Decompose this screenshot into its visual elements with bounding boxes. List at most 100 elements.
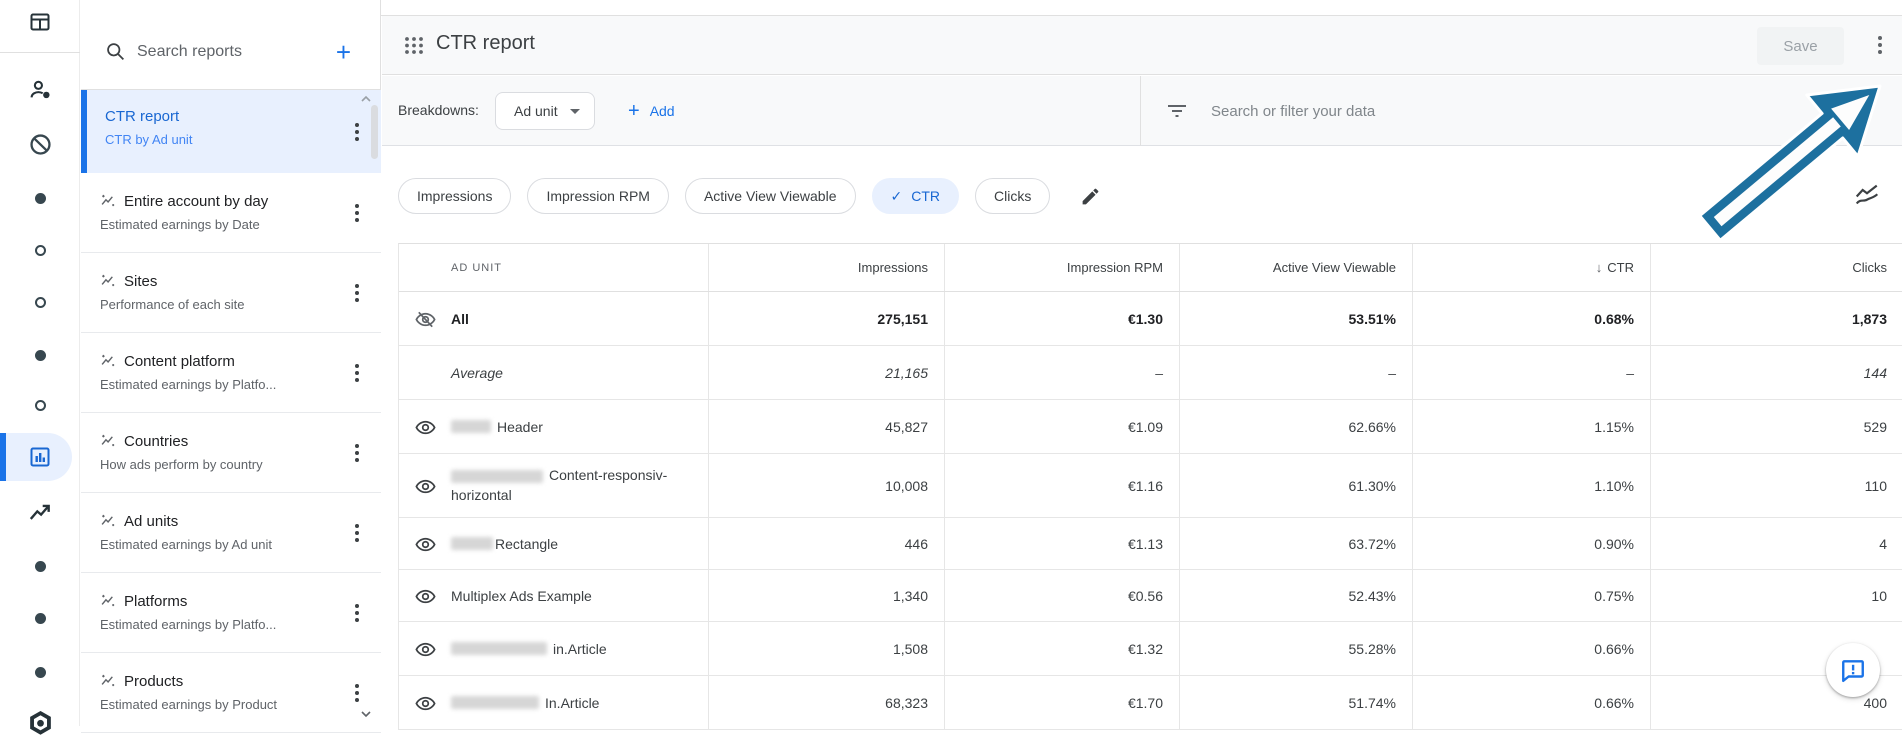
table-header-row: AD UNIT Impressions Impression RPM Activ… xyxy=(399,244,1902,292)
report-item-products[interactable]: Products Estimated earnings by Product xyxy=(81,653,381,733)
report-title: Platforms xyxy=(124,593,188,610)
column-header-ctr[interactable]: ↓ CTR xyxy=(1412,244,1650,291)
report-item-countries[interactable]: Countries How ads perform by country xyxy=(81,413,381,493)
report-title: Sites xyxy=(124,273,158,290)
scroll-up-icon[interactable] xyxy=(360,95,372,103)
nav-dot-icon[interactable] xyxy=(0,296,80,308)
chip-clicks[interactable]: Clicks xyxy=(975,178,1051,214)
cell-active-view-viewable: 61.30% xyxy=(1179,454,1412,517)
table-row-all[interactable]: All 275,151 €1.30 53.51% 0.68% 1,873 xyxy=(399,292,1902,346)
table-row-in-article-2[interactable]: In.Article 68,323 €1.70 51.74% 0.66% 400 xyxy=(399,676,1902,730)
report-item-ad-units[interactable]: Ad units Estimated earnings by Ad unit xyxy=(81,493,381,573)
save-button[interactable]: Save xyxy=(1757,27,1844,65)
report-item-sites[interactable]: Sites Performance of each site xyxy=(81,253,381,333)
chip-impression-rpm[interactable]: Impression RPM xyxy=(527,178,669,214)
table-row-header-ad-unit[interactable]: Header 45,827 €1.09 62.66% 1.15% 529 xyxy=(399,400,1902,454)
show-chart-icon[interactable] xyxy=(1854,184,1880,210)
cell-impressions: 1,340 xyxy=(708,570,944,621)
cell-clicks: 1,873 xyxy=(1650,292,1902,345)
report-title: CTR report xyxy=(105,108,180,125)
cell-ctr: 0.66% xyxy=(1412,676,1650,729)
kebab-menu-icon[interactable] xyxy=(355,122,359,141)
trends-icon[interactable] xyxy=(0,500,80,526)
settings-icon[interactable] xyxy=(0,710,80,736)
auto-report-icon xyxy=(101,674,115,687)
nav-dot-icon[interactable] xyxy=(0,666,80,678)
auto-report-icon xyxy=(101,194,115,207)
report-item-ctr-report[interactable]: CTR report CTR by Ad unit xyxy=(81,90,381,173)
header-kebab-menu-icon[interactable] xyxy=(1878,36,1882,54)
feedback-button[interactable] xyxy=(1826,643,1880,697)
metric-chips-row: Impressions Impression RPM Active View V… xyxy=(398,178,1101,214)
add-report-icon[interactable]: + xyxy=(336,35,351,69)
visibility-icon[interactable] xyxy=(414,585,437,608)
visibility-icon[interactable] xyxy=(414,416,437,439)
kebab-menu-icon[interactable] xyxy=(355,683,359,702)
report-title: Entire account by day xyxy=(124,193,269,210)
visibility-icon[interactable] xyxy=(414,475,437,498)
visibility-icon[interactable] xyxy=(414,692,437,715)
table-row-in-article[interactable]: in.Article 1,508 €1.32 55.28% 0.66% xyxy=(399,622,1902,676)
visibility-icon[interactable] xyxy=(414,638,437,661)
row-label: Average xyxy=(451,364,503,381)
nav-dot-icon[interactable] xyxy=(0,349,80,361)
table-row-rectangle[interactable]: Rectangle 446 €1.13 63.72% 0.90% 4 xyxy=(399,518,1902,570)
report-item-platforms[interactable]: Platforms Estimated earnings by Platfo..… xyxy=(81,573,381,653)
nav-dot-icon[interactable] xyxy=(0,399,80,411)
data-filter-input[interactable] xyxy=(1211,94,1771,128)
kebab-menu-icon[interactable] xyxy=(355,283,359,302)
chip-active-view-viewable[interactable]: Active View Viewable xyxy=(684,178,856,214)
kebab-menu-icon[interactable] xyxy=(355,603,359,622)
sidebar-scrollbar[interactable] xyxy=(371,105,378,159)
column-header-impressions[interactable]: Impressions xyxy=(708,244,944,291)
column-header-impression-rpm[interactable]: Impression RPM xyxy=(944,244,1179,291)
table-row-multiplex-ads-example[interactable]: Multiplex Ads Example 1,340 €0.56 52.43%… xyxy=(399,570,1902,622)
breakdown-dropdown[interactable]: Ad unit xyxy=(495,92,595,130)
nav-dot-icon[interactable] xyxy=(0,192,80,204)
column-header-ad-unit[interactable]: AD UNIT xyxy=(399,244,708,291)
nav-dot-icon[interactable] xyxy=(0,612,80,624)
cell-active-view-viewable: – xyxy=(1179,346,1412,399)
filter-icon xyxy=(1168,105,1186,117)
report-item-entire-account-by-day[interactable]: Entire account by day Estimated earnings… xyxy=(81,173,381,253)
kebab-menu-icon[interactable] xyxy=(355,363,359,382)
row-label: Header xyxy=(497,418,543,435)
cell-ctr: 0.66% xyxy=(1412,622,1650,675)
kebab-menu-icon[interactable] xyxy=(355,203,359,222)
add-breakdown-button[interactable]: + Add xyxy=(628,96,675,126)
cell-clicks: 529 xyxy=(1650,400,1902,453)
auto-report-icon xyxy=(101,434,115,447)
chip-impressions[interactable]: Impressions xyxy=(398,178,512,214)
column-header-clicks[interactable]: Clicks xyxy=(1650,244,1902,291)
scroll-down-icon[interactable] xyxy=(360,710,372,718)
visibility-off-icon[interactable] xyxy=(414,308,437,331)
cell-impression-rpm: – xyxy=(944,346,1179,399)
report-subtitle: Estimated earnings by Date xyxy=(100,217,260,232)
report-item-content-platform[interactable]: Content platform Estimated earnings by P… xyxy=(81,333,381,413)
chip-ctr-selected[interactable]: ✓ CTR xyxy=(871,178,960,214)
nav-dot-icon[interactable] xyxy=(0,244,80,256)
breakdown-value: Ad unit xyxy=(514,103,558,119)
cell-impressions: 275,151 xyxy=(708,292,944,345)
reports-icon[interactable] xyxy=(0,445,80,469)
kebab-menu-icon[interactable] xyxy=(355,523,359,542)
search-reports-input[interactable] xyxy=(137,35,317,69)
report-title: Countries xyxy=(124,433,189,450)
redacted-text xyxy=(451,537,493,550)
table-row-content-responsive[interactable]: Content-responsiv-horizontal 10,008 €1.1… xyxy=(399,454,1902,518)
drag-grid-icon[interactable] xyxy=(403,34,425,56)
kebab-menu-icon[interactable] xyxy=(355,443,359,462)
auto-report-icon xyxy=(101,594,115,607)
edit-metrics-icon[interactable] xyxy=(1080,186,1101,207)
report-subtitle: Estimated earnings by Platfo... xyxy=(100,617,277,632)
nav-dot-icon[interactable] xyxy=(0,560,80,572)
blocking-icon[interactable] xyxy=(0,131,80,157)
account-icon[interactable] xyxy=(0,76,80,102)
cell-impression-rpm: €1.32 xyxy=(944,622,1179,675)
row-label: All xyxy=(451,310,469,327)
visibility-icon[interactable] xyxy=(414,533,437,556)
report-subtitle: Estimated earnings by Ad unit xyxy=(100,537,272,552)
row-label: Rectangle xyxy=(495,535,559,552)
home-layout-icon[interactable] xyxy=(0,9,80,35)
column-header-active-view-viewable[interactable]: Active View Viewable xyxy=(1179,244,1412,291)
